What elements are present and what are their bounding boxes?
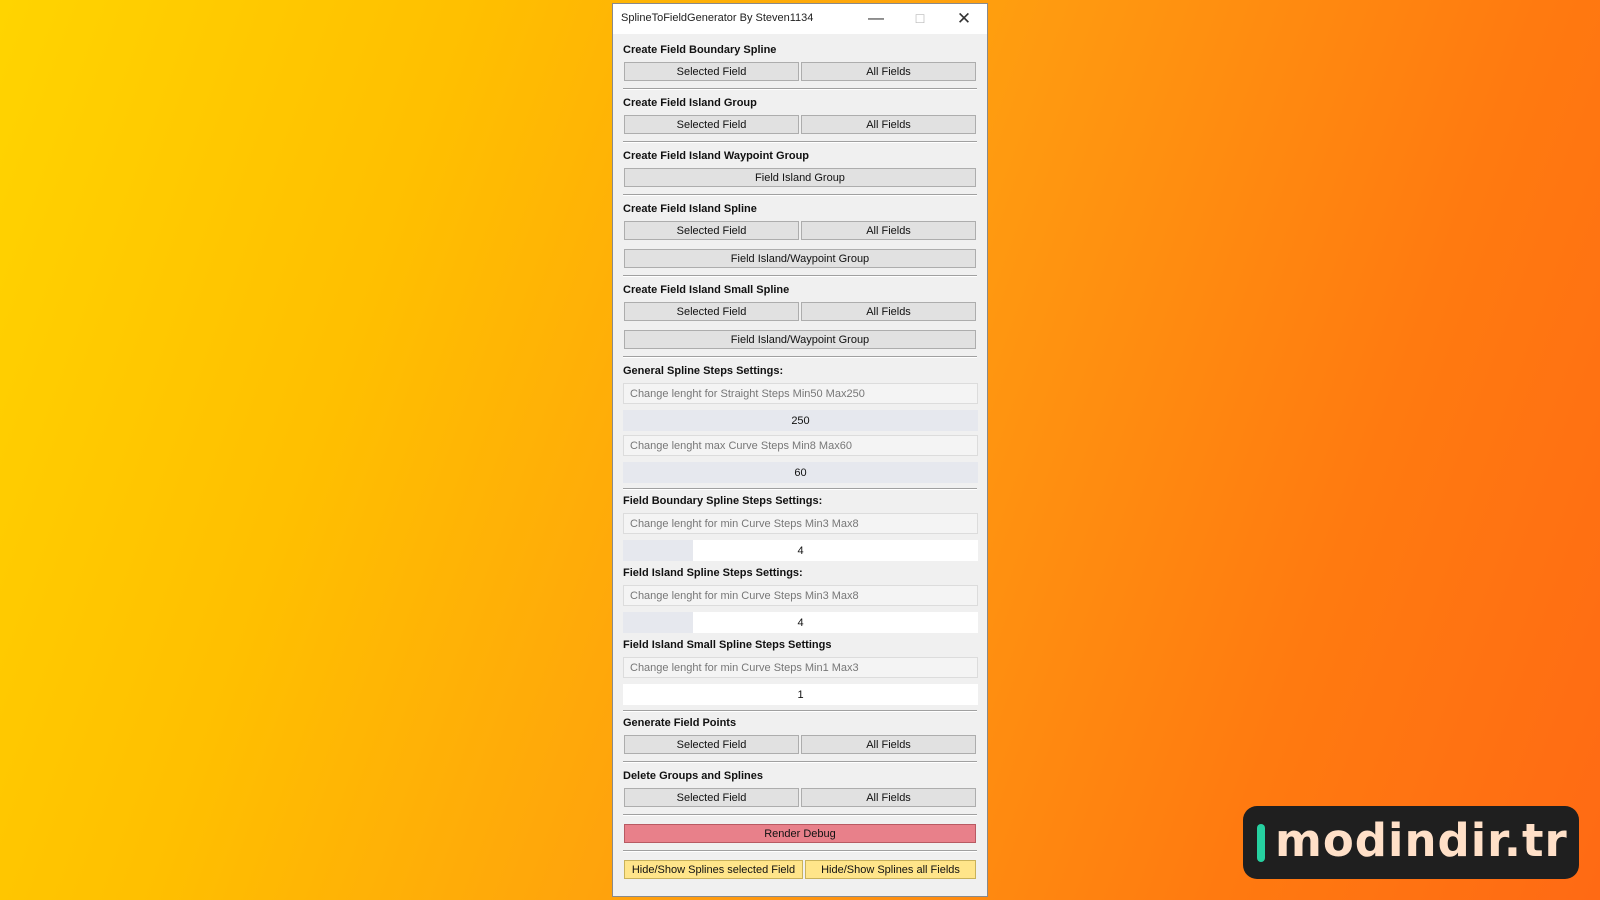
delete-groups-header: Delete Groups and Splines xyxy=(623,770,763,782)
waypoint-group-header: Create Field Island Waypoint Group xyxy=(623,150,810,162)
island-spline-waypoint-group-button[interactable]: Field Island/Waypoint Group xyxy=(624,249,976,268)
island-group-all-fields-button[interactable]: All Fields xyxy=(801,115,976,134)
divider xyxy=(623,814,977,816)
divider xyxy=(623,194,977,196)
boundary-all-fields-button[interactable]: All Fields xyxy=(801,62,976,81)
divider xyxy=(623,275,977,277)
island-small-selected-field-button[interactable]: Selected Field xyxy=(624,302,799,321)
divider xyxy=(623,88,977,90)
field-island-group-button[interactable]: Field Island Group xyxy=(624,168,976,187)
curve-steps-input[interactable]: Change lenght max Curve Steps Min8 Max60 xyxy=(623,435,978,456)
island-group-selected-field-button[interactable]: Selected Field xyxy=(624,115,799,134)
boundary-spline-header: Create Field Boundary Spline xyxy=(623,44,777,56)
straight-steps-value[interactable]: 250 xyxy=(623,410,978,431)
divider xyxy=(623,710,977,712)
island-spline-header: Create Field Island Spline xyxy=(623,203,757,215)
small-steps-input[interactable]: Change lenght for min Curve Steps Min1 M… xyxy=(623,657,978,678)
island-steps-value[interactable]: 4 xyxy=(623,612,978,633)
boundary-steps-value[interactable]: 4 xyxy=(623,540,978,561)
general-settings-header: General Spline Steps Settings: xyxy=(623,365,784,377)
field-points-header: Generate Field Points xyxy=(623,717,737,729)
minimize-icon[interactable]: — xyxy=(854,4,898,34)
boundary-selected-field-button[interactable]: Selected Field xyxy=(624,62,799,81)
delete-selected-field-button[interactable]: Selected Field xyxy=(624,788,799,807)
hide-show-all-fields-button[interactable]: Hide/Show Splines all Fields xyxy=(805,860,976,879)
watermark-logo: modindir.tr xyxy=(1243,806,1579,879)
island-small-all-fields-button[interactable]: All Fields xyxy=(801,302,976,321)
window-title: SplineToFieldGenerator By Steven1134 xyxy=(621,12,814,24)
close-icon[interactable]: ✕ xyxy=(942,4,986,34)
delete-all-fields-button[interactable]: All Fields xyxy=(801,788,976,807)
points-selected-field-button[interactable]: Selected Field xyxy=(624,735,799,754)
curve-steps-value[interactable]: 60 xyxy=(623,462,978,483)
island-steps-header: Field Island Spline Steps Settings: xyxy=(623,567,803,579)
title-bar[interactable]: SplineToFieldGenerator By Steven1134 — ☐… xyxy=(613,4,987,34)
island-spline-all-fields-button[interactable]: All Fields xyxy=(801,221,976,240)
island-group-header: Create Field Island Group xyxy=(623,97,757,109)
island-spline-selected-field-button[interactable]: Selected Field xyxy=(624,221,799,240)
divider xyxy=(623,761,977,763)
divider xyxy=(623,488,977,490)
divider xyxy=(623,356,977,358)
app-window: SplineToFieldGenerator By Steven1134 — ☐… xyxy=(612,3,988,897)
boundary-steps-input[interactable]: Change lenght for min Curve Steps Min3 M… xyxy=(623,513,978,534)
small-steps-header: Field Island Small Spline Steps Settings xyxy=(623,639,832,651)
island-small-spline-header: Create Field Island Small Spline xyxy=(623,284,790,296)
hide-show-selected-field-button[interactable]: Hide/Show Splines selected Field xyxy=(624,860,803,879)
render-debug-button[interactable]: Render Debug xyxy=(624,824,976,843)
island-small-waypoint-group-button[interactable]: Field Island/Waypoint Group xyxy=(624,330,976,349)
logo-accent-bar xyxy=(1257,824,1265,862)
divider xyxy=(623,850,977,852)
watermark-text: modindir.tr xyxy=(1275,814,1568,867)
maximize-icon[interactable]: ☐ xyxy=(898,4,942,34)
island-steps-input[interactable]: Change lenght for min Curve Steps Min3 M… xyxy=(623,585,978,606)
boundary-steps-header: Field Boundary Spline Steps Settings: xyxy=(623,495,823,507)
points-all-fields-button[interactable]: All Fields xyxy=(801,735,976,754)
straight-steps-input[interactable]: Change lenght for Straight Steps Min50 M… xyxy=(623,383,978,404)
divider xyxy=(623,141,977,143)
small-steps-value[interactable]: 1 xyxy=(623,684,978,705)
